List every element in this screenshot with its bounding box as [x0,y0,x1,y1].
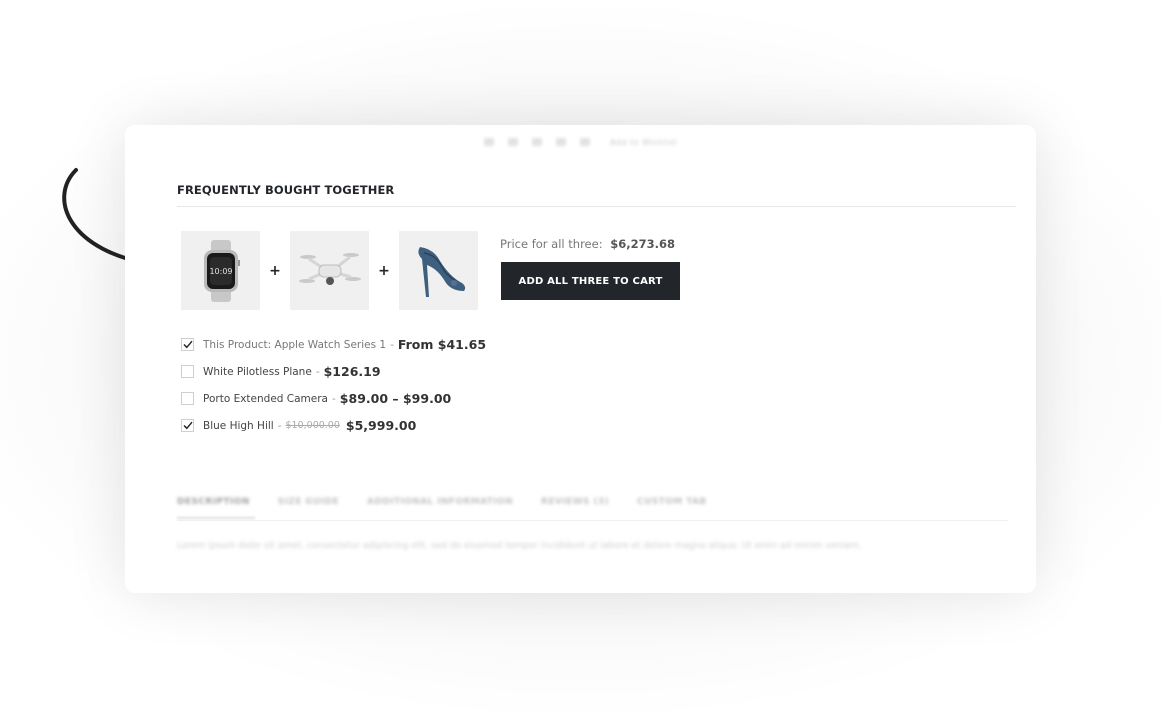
share-row: Add to Wishlist [125,135,1036,149]
tab-additional-information[interactable]: ADDITIONAL INFORMATION [367,497,513,507]
item-price: $89.00 – $99.00 [339,391,452,406]
plus-sign: + [378,262,390,279]
description-text: Lorem ipsum dolor sit amet, consectetur … [177,541,862,551]
high-heel-shoe-image [417,246,465,297]
tab-description[interactable]: DESCRIPTION [177,497,250,507]
product-thumb-watch[interactable]: 10:09 [181,231,260,310]
checkmark-icon [183,421,193,430]
item-checkbox[interactable] [181,392,194,405]
item-separator: - [332,392,336,405]
item-separator: - [315,365,320,378]
drone-image [298,252,361,285]
product-thumb-drone[interactable] [290,231,369,310]
product-tabs: DESCRIPTION SIZE GUIDE ADDITIONAL INFORM… [177,497,1008,507]
total-price-line: Price for all three: $6,273.68 [500,237,675,251]
item-checkbox[interactable] [181,419,194,432]
checkmark-icon [183,340,193,349]
mail-icon[interactable] [579,138,590,146]
svg-text:10:09: 10:09 [209,267,232,276]
item-separator: - [277,419,282,432]
tab-custom[interactable]: CUSTOM TAB [637,497,707,507]
section-title: FREQUENTLY BOUGHT TOGETHER [177,183,395,197]
tab-size-guide[interactable]: SIZE GUIDE [278,497,339,507]
active-tab-underline [177,517,255,519]
item-price: From $41.65 [397,337,487,352]
total-price-value: $6,273.68 [610,237,675,251]
item-price: $126.19 [323,364,381,379]
total-price-label: Price for all three: [500,237,603,251]
list-item: Blue High Hill - $10,000.00 $5,999.00 [181,412,486,439]
tabs-divider [177,520,1008,521]
item-old-price: $10,000.00 [285,420,340,431]
list-item: Porto Extended Camera - $89.00 – $99.00 [181,385,486,412]
item-checkbox[interactable] [181,365,194,378]
fbt-item-list: This Product: Apple Watch Series 1 - Fro… [181,331,486,439]
item-price: $5,999.00 [345,418,417,433]
tab-reviews[interactable]: REVIEWS (3) [541,497,609,507]
linkedin-icon[interactable] [531,138,542,146]
item-name: Blue High Hill [203,419,274,432]
product-thumbnails: 10:09 + + [181,231,478,310]
smartwatch-image: 10:09 [203,239,240,302]
add-all-to-cart-button[interactable]: ADD ALL THREE TO CART [501,262,680,300]
item-checkbox[interactable] [181,338,194,351]
list-item: This Product: Apple Watch Series 1 - Fro… [181,331,486,358]
item-name: White Pilotless Plane [203,365,312,378]
twitter-icon[interactable] [507,138,518,146]
wishlist-link[interactable]: Add to Wishlist [610,138,677,147]
plus-sign: + [269,262,281,279]
product-thumb-shoe[interactable] [399,231,478,310]
google-plus-icon[interactable] [555,138,566,146]
list-item: White Pilotless Plane - $126.19 [181,358,486,385]
facebook-icon[interactable] [483,138,494,146]
item-name: Porto Extended Camera [203,392,328,405]
item-name: This Product: Apple Watch Series 1 [203,338,387,351]
item-separator: - [390,338,394,351]
title-divider [177,206,1016,207]
product-fbt-card: Add to Wishlist FREQUENTLY BOUGHT TOGETH… [125,125,1036,593]
